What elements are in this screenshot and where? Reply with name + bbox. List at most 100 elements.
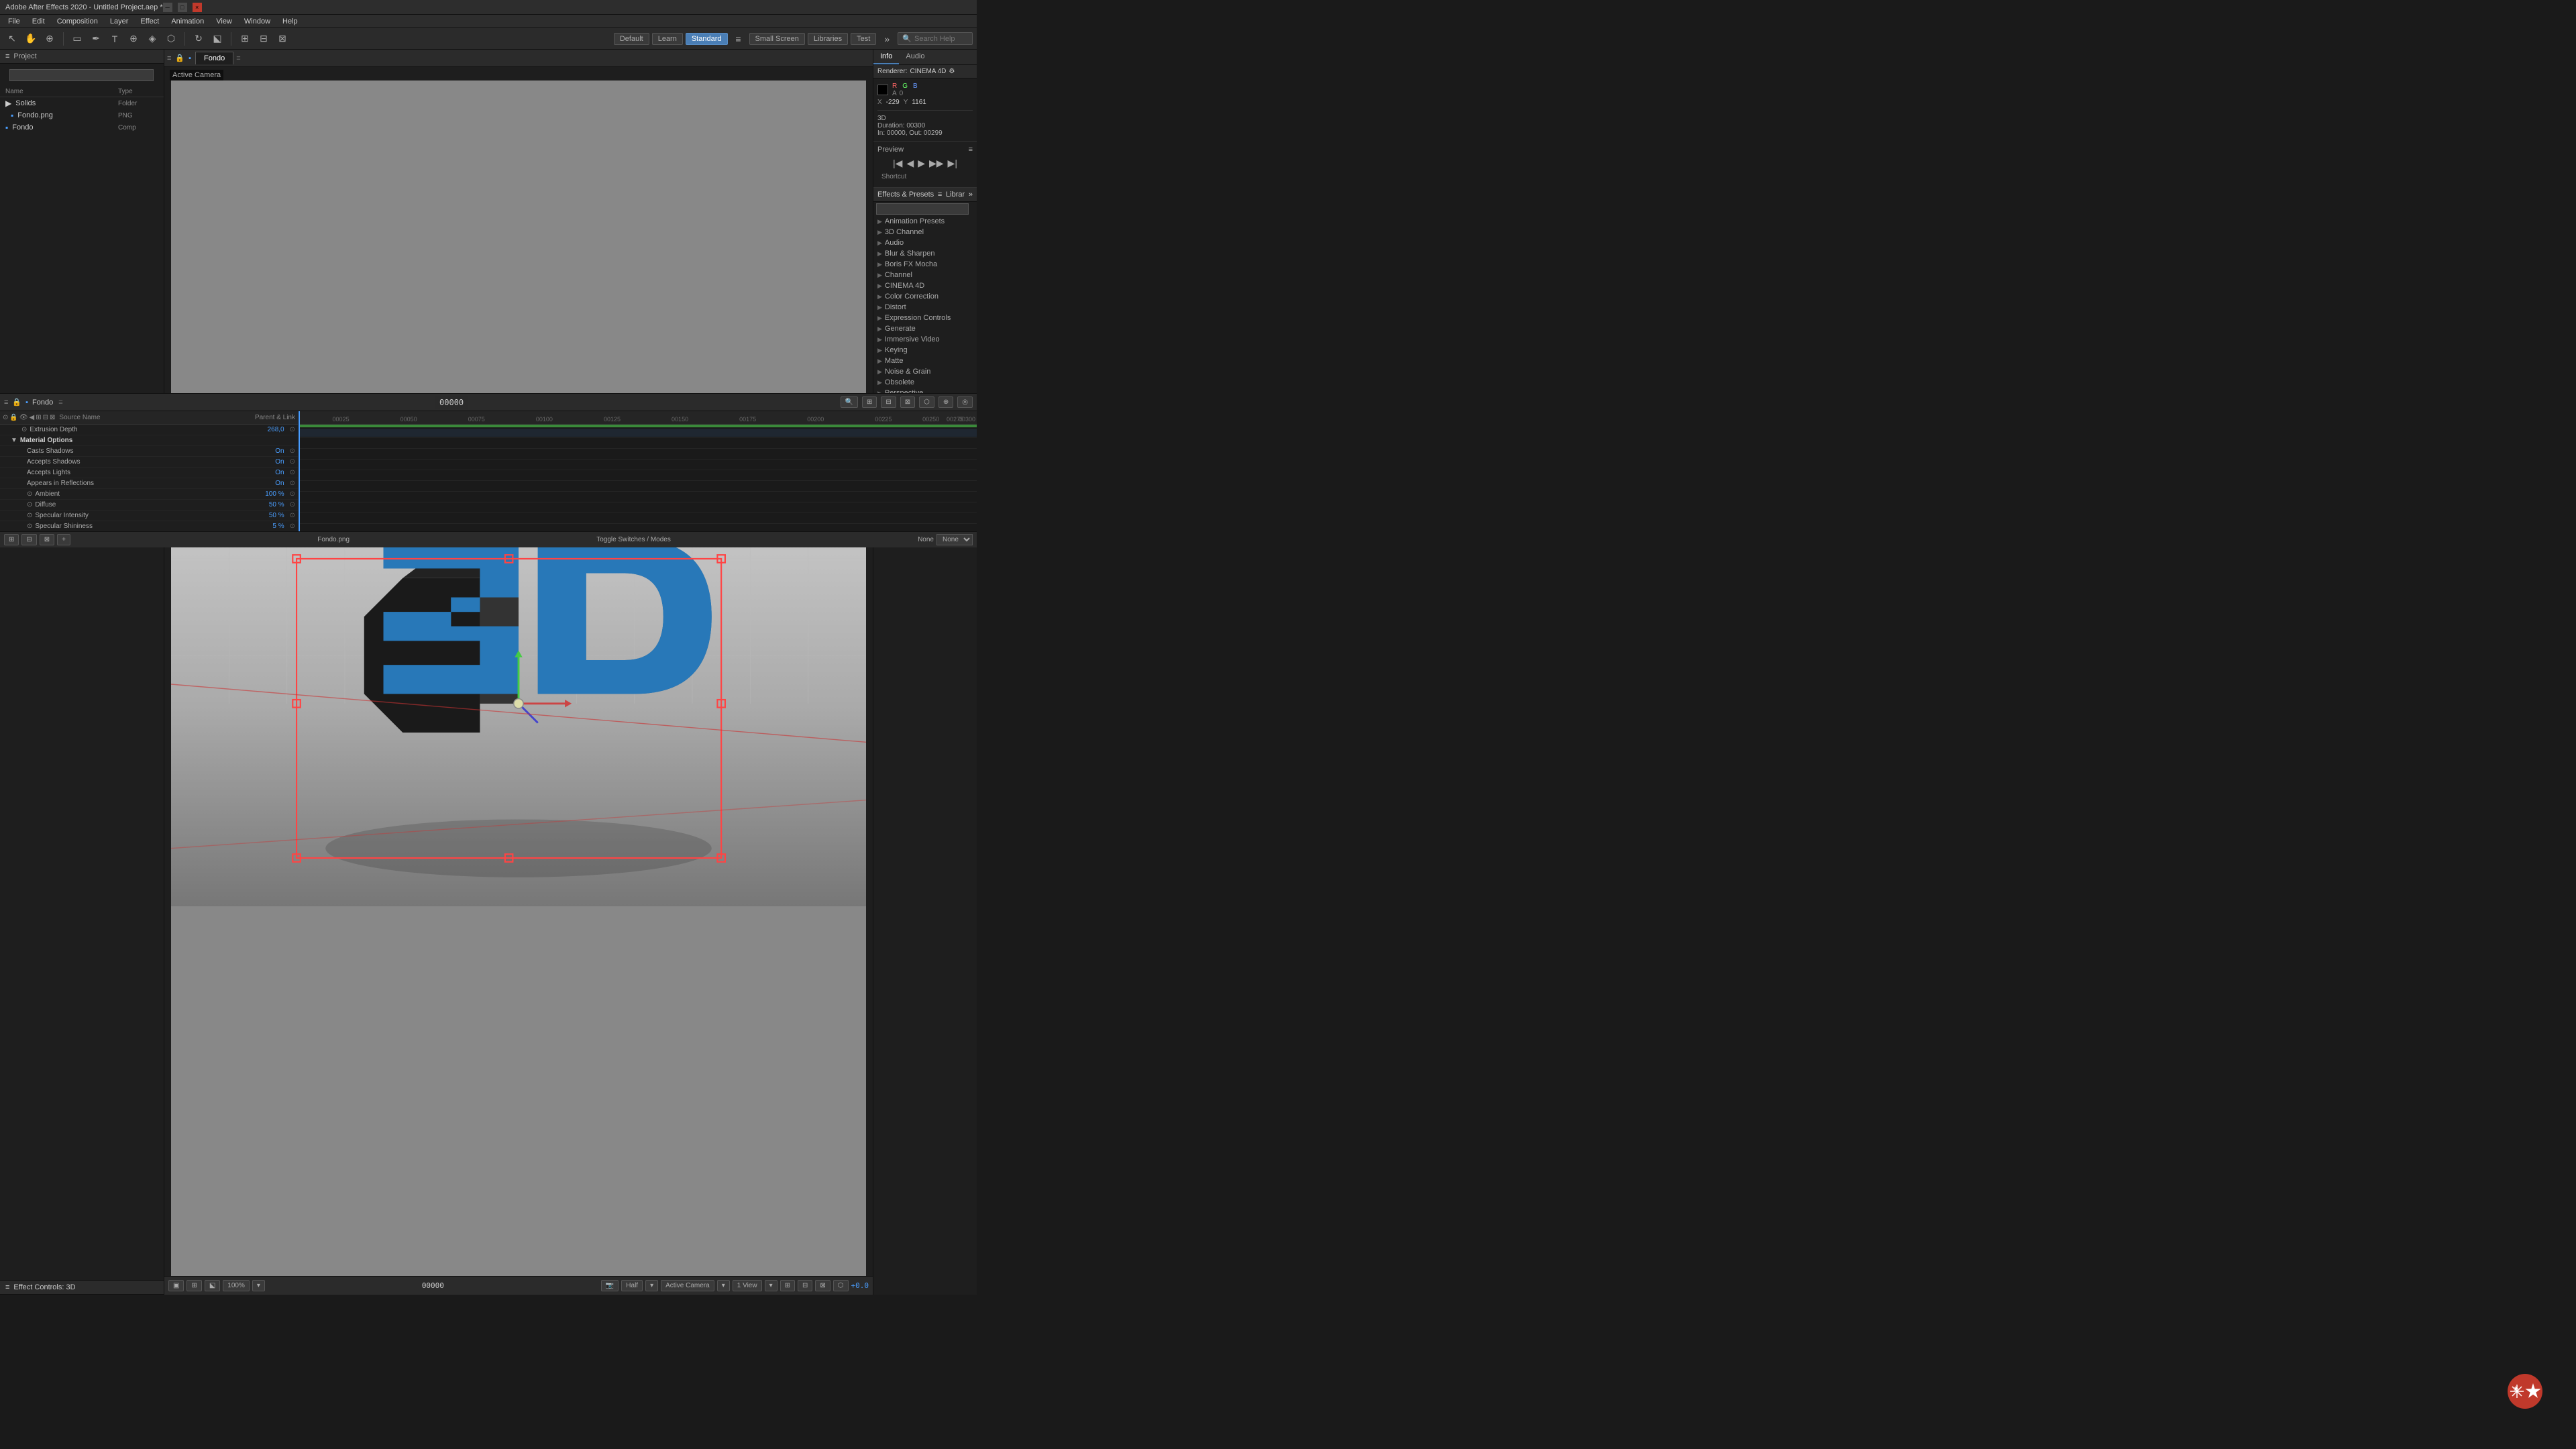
tool-paint[interactable]: ◈ — [144, 31, 160, 47]
timeline-btn6[interactable]: ◎ — [957, 396, 973, 408]
tab-fondo[interactable]: Fondo — [195, 52, 233, 64]
timeline-search-btn[interactable]: 🔍 — [841, 396, 858, 408]
tool-align2[interactable]: ⊟ — [256, 31, 272, 47]
tool-orbit[interactable]: ↻ — [191, 31, 207, 47]
viewport-mode-btn[interactable]: ⬕ — [205, 1280, 220, 1291]
menu-window[interactable]: Window — [239, 16, 276, 27]
preview-next-btn[interactable]: ▶▶ — [928, 156, 945, 170]
layer-row-accepts-shadows[interactable]: Accepts Shadows On ⊙ — [0, 457, 298, 468]
menu-effect[interactable]: Effect — [135, 16, 164, 27]
effect-blur-sharpen[interactable]: ▶ Blur & Sharpen — [873, 248, 977, 259]
effect-matte[interactable]: ▶ Matte — [873, 356, 977, 366]
timeline-btn4[interactable]: ⬡ — [919, 396, 934, 408]
workspace-default[interactable]: Default — [614, 33, 649, 45]
layer-row-diffuse[interactable]: ⊙ Diffuse 50 % ⊙ — [0, 500, 298, 511]
timeline-bottom-add-layer[interactable]: + — [57, 534, 70, 545]
layer-row-specular-shininess[interactable]: ⊙ Specular Shininess 5 % ⊙ — [0, 521, 298, 531]
effect-keying[interactable]: ▶ Keying — [873, 345, 977, 356]
timeline-bottom-btn1[interactable]: ⊞ — [4, 534, 19, 545]
quality-dropdown-arrow[interactable]: ▾ — [645, 1280, 658, 1291]
maximize-button[interactable]: □ — [178, 3, 187, 12]
menu-layer[interactable]: Layer — [105, 16, 134, 27]
preview-play-btn[interactable]: ▶ — [916, 156, 926, 170]
project-item-solids[interactable]: ▶ Solids Folder — [0, 97, 164, 109]
tool-select[interactable]: ↖ — [4, 31, 20, 47]
workspace-small-screen[interactable]: Small Screen — [749, 33, 805, 45]
tab-audio[interactable]: Audio — [899, 50, 931, 64]
library-tab[interactable]: Librar — [946, 191, 965, 199]
effect-boris[interactable]: ▶ Boris FX Mocha — [873, 259, 977, 270]
workspace-test[interactable]: Test — [851, 33, 876, 45]
layer-row-specular-intensity[interactable]: ⊙ Specular Intensity 50 % ⊙ — [0, 511, 298, 521]
effect-noise-grain[interactable]: ▶ Noise & Grain — [873, 366, 977, 377]
effect-audio[interactable]: ▶ Audio — [873, 237, 977, 248]
preview-prev-btn[interactable]: ◀ — [905, 156, 915, 170]
menu-view[interactable]: View — [211, 16, 237, 27]
renderer-settings-icon[interactable]: ⚙ — [949, 68, 955, 75]
preview-last-btn[interactable]: ▶| — [947, 156, 959, 170]
quality-dropdown[interactable]: Half — [621, 1280, 643, 1291]
effect-color-correction[interactable]: ▶ Color Correction — [873, 291, 977, 302]
tool-clone[interactable]: ⊕ — [125, 31, 142, 47]
composition-view[interactable] — [171, 80, 866, 1288]
effect-distort[interactable]: ▶ Distort — [873, 302, 977, 313]
timeline-btn3[interactable]: ⊠ — [900, 396, 915, 408]
camera-dropdown[interactable]: Active Camera — [661, 1280, 714, 1291]
timeline-btn2[interactable]: ⊟ — [881, 396, 896, 408]
tool-text[interactable]: T — [107, 31, 123, 47]
tool-align3[interactable]: ⊠ — [274, 31, 290, 47]
view-dropdown-arrow[interactable]: ▾ — [765, 1280, 777, 1291]
view-settings2[interactable]: ⊟ — [798, 1280, 812, 1291]
tool-align1[interactable]: ⊞ — [237, 31, 253, 47]
menu-edit[interactable]: Edit — [27, 16, 50, 27]
effect-immersive[interactable]: ▶ Immersive Video — [873, 334, 977, 345]
effect-cinema4d[interactable]: ▶ CINEMA 4D — [873, 280, 977, 291]
workspace-learn[interactable]: Learn — [652, 33, 683, 45]
tool-hand[interactable]: ✋ — [23, 31, 39, 47]
timeline-btn1[interactable]: ⊞ — [862, 396, 877, 408]
timeline-bottom-btn3[interactable]: ⊠ — [40, 534, 54, 545]
layer-row-material-options[interactable]: ▼ Material Options — [0, 435, 298, 446]
workspace-libraries[interactable]: Libraries — [808, 33, 848, 45]
project-item-fondo[interactable]: ▪ Fondo Comp — [0, 121, 164, 133]
menu-help[interactable]: Help — [277, 16, 303, 27]
project-search-input[interactable] — [9, 69, 154, 81]
project-item-fondo-png[interactable]: ▪ Fondo.png PNG — [0, 109, 164, 121]
layer-row-ambient[interactable]: ⊙ Ambient 100 % ⊙ — [0, 489, 298, 500]
view-settings3[interactable]: ⊠ — [815, 1280, 830, 1291]
workspace-menu[interactable]: ≡ — [731, 31, 747, 47]
project-panel-title[interactable]: Project — [13, 52, 36, 60]
workspace-standard[interactable]: Standard — [686, 33, 728, 45]
preview-first-btn[interactable]: |◀ — [892, 156, 904, 170]
effect-obsolete[interactable]: ▶ Obsolete — [873, 377, 977, 388]
view-dropdown[interactable]: 1 View — [733, 1280, 762, 1291]
viewport-zoom-level[interactable]: 100% — [223, 1280, 250, 1291]
effect-3d-channel[interactable]: ▶ 3D Channel — [873, 227, 977, 237]
more-workspaces[interactable]: » — [879, 31, 895, 47]
search-input[interactable] — [914, 35, 968, 43]
tool-puppet[interactable]: ⬡ — [163, 31, 179, 47]
tool-rect[interactable]: ▭ — [69, 31, 85, 47]
menu-animation[interactable]: Animation — [166, 16, 209, 27]
layer-row-appears-reflections[interactable]: Appears in Reflections On ⊙ — [0, 478, 298, 489]
tab-info[interactable]: Info — [873, 50, 899, 64]
timeline-btn5[interactable]: ⊕ — [938, 396, 953, 408]
timeline-track[interactable]: 00025 00050 00075 00100 00125 00150 0017… — [299, 411, 977, 531]
layer-row-casts-shadows[interactable]: Casts Shadows On ⊙ — [0, 446, 298, 457]
menu-file[interactable]: File — [3, 16, 25, 27]
effect-expression[interactable]: ▶ Expression Controls — [873, 313, 977, 323]
none-dropdown[interactable]: None — [936, 534, 973, 545]
tool-pen[interactable]: ✒ — [88, 31, 104, 47]
view-settings4[interactable]: ⬡ — [833, 1280, 849, 1291]
close-button[interactable]: × — [193, 3, 202, 12]
tool-3d[interactable]: ⬕ — [209, 31, 225, 47]
timeline-bottom-btn2[interactable]: ⊟ — [21, 534, 36, 545]
layer-row-accepts-lights[interactable]: Accepts Lights On ⊙ — [0, 468, 298, 478]
snapshot-btn[interactable]: 📷 — [601, 1280, 619, 1291]
viewport-preview-btn[interactable]: ▣ — [168, 1280, 184, 1291]
viewport-grid-btn[interactable]: ⊞ — [186, 1280, 201, 1291]
effect-animation-presets[interactable]: ▶ Animation Presets — [873, 216, 977, 227]
expand-icon[interactable]: » — [969, 191, 973, 199]
effect-channel[interactable]: ▶ Channel — [873, 270, 977, 280]
effects-search-input[interactable] — [876, 203, 969, 215]
